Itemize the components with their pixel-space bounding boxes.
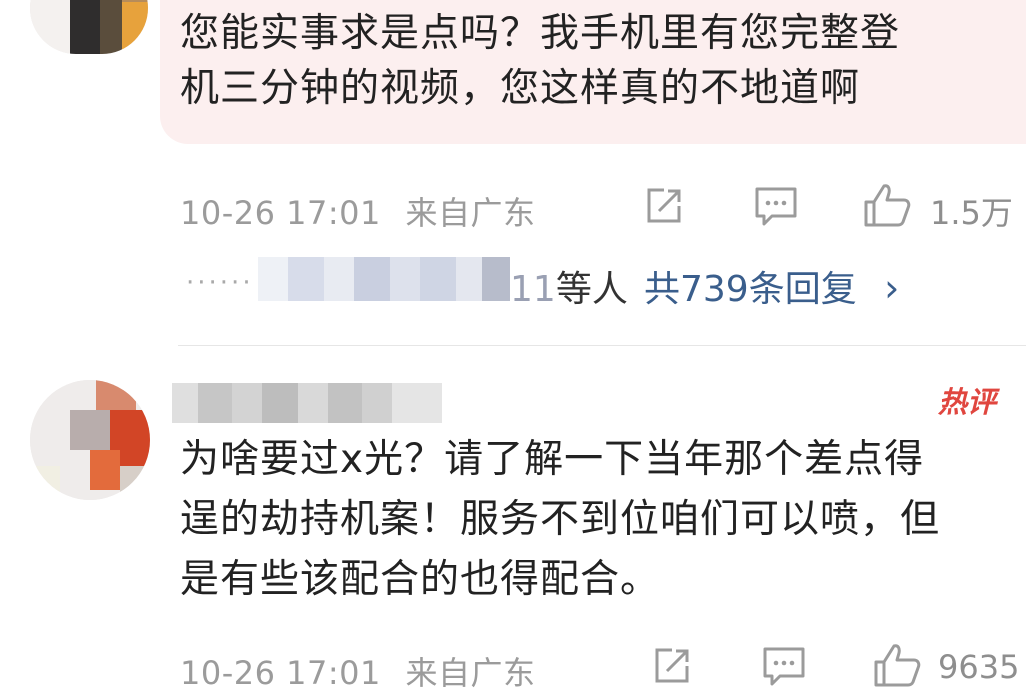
comment-text-line: 逞的劫持机案！服务不到位咱们可以喷，但 xyxy=(180,497,941,542)
comment-text-line: 为啥要过x光？请了解一下当年那个差点得 xyxy=(180,437,925,482)
reply-count-link: 共739条回复 xyxy=(644,269,857,310)
hot-comment-badge: 热评 xyxy=(938,385,997,419)
location: 来自广东 xyxy=(405,654,536,692)
location: 来自广东 xyxy=(405,194,536,232)
comment-text-line: 机三分钟的视频，您这样真的不地道啊 xyxy=(180,66,861,111)
share-icon[interactable] xyxy=(644,186,684,226)
like-icon[interactable] xyxy=(873,642,921,688)
reply-blurred-tail: 11 xyxy=(510,269,556,310)
like-count: 1.5万 xyxy=(930,194,1013,232)
comment-text: 您能实事求是点吗？我手机里有您完整登 机三分钟的视频，您这样真的不地道啊 xyxy=(180,6,1010,116)
comment-text: 为啥要过x光？请了解一下当年那个差点得 逞的劫持机案！服务不到位咱们可以喷，但 … xyxy=(180,430,1020,610)
reply-dots: ······ xyxy=(186,268,254,298)
comment-meta: 10-26 17:01 来自广东 xyxy=(180,188,536,234)
like-icon[interactable] xyxy=(863,182,911,228)
like-count: 9635 xyxy=(938,648,1020,686)
comment-icon[interactable] xyxy=(762,646,806,688)
timestamp: 10-26 17:01 xyxy=(180,194,381,232)
chevron-right-icon: › xyxy=(884,266,900,310)
reply-participants: 11等人 xyxy=(510,260,628,312)
divider xyxy=(178,345,1026,346)
comment-meta: 10-26 17:01 来自广东 xyxy=(180,648,536,694)
share-icon[interactable] xyxy=(652,646,692,686)
view-replies-link[interactable]: 共739条回复 › xyxy=(644,260,899,312)
avatar[interactable] xyxy=(30,0,148,54)
avatar[interactable] xyxy=(30,380,150,500)
comment-text-line: 您能实事求是点吗？我手机里有您完整登 xyxy=(180,11,901,56)
comment-text-line: 是有些该配合的也得配合。 xyxy=(180,557,661,602)
timestamp: 10-26 17:01 xyxy=(180,654,381,692)
reply-suffix: 等人 xyxy=(555,269,628,310)
username[interactable] xyxy=(172,383,442,423)
blurred-replier-names xyxy=(258,257,510,301)
comment-icon[interactable] xyxy=(754,186,798,228)
